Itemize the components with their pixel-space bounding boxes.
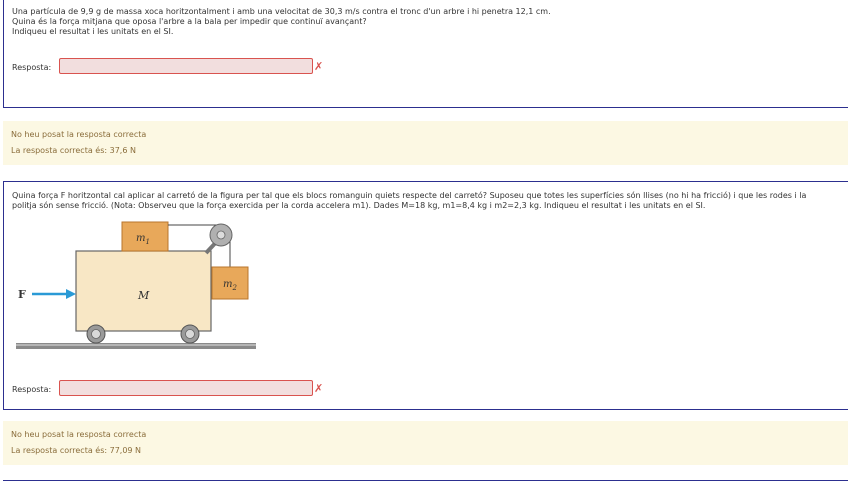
question-1-line: Indiqueu el resultat i les unitats en el… [12, 27, 174, 36]
ground-shade [16, 344, 256, 346]
force-arrow-head [66, 289, 76, 299]
pulley [204, 223, 233, 255]
question-1-box: Una partícula de 9,9 g de massa xoca hor… [3, 0, 848, 108]
incorrect-icon: ✗ [314, 382, 324, 395]
cart-figure: m1 m2 M F [16, 221, 256, 349]
feedback-correct-answer: La resposta correcta és: 37,6 N [11, 146, 136, 155]
feedback-2: No heu posat la resposta correcta La res… [3, 421, 848, 465]
question-2-text: Quina força F horitzontal cal aplicar al… [12, 191, 807, 210]
incorrect-icon: ✗ [314, 60, 324, 73]
label-F: F [18, 288, 26, 301]
feedback-status: No heu posat la resposta correcta [11, 430, 147, 439]
label-M: M [137, 289, 150, 302]
feedback-status: No heu posat la resposta correcta [11, 130, 147, 139]
answer-label: Resposta: [12, 385, 52, 394]
answer-label: Resposta: [12, 63, 52, 72]
question-1-text: Una partícula de 9,9 g de massa xoca hor… [12, 7, 818, 37]
feedback-1: No heu posat la resposta correcta La res… [3, 121, 848, 165]
answer-input-1[interactable] [59, 58, 313, 74]
divider [3, 480, 848, 481]
wheel-left [86, 324, 106, 344]
question-2-box: Quina força F horitzontal cal aplicar al… [3, 182, 848, 410]
wheel-right [180, 324, 200, 344]
question-1-line: Una partícula de 9,9 g de massa xoca hor… [12, 7, 551, 16]
feedback-correct-answer: La resposta correcta és: 77,09 N [11, 446, 142, 455]
question-1-line: Quina és la força mitjana que oposa l'ar… [12, 17, 367, 26]
answer-input-2[interactable] [59, 380, 313, 396]
